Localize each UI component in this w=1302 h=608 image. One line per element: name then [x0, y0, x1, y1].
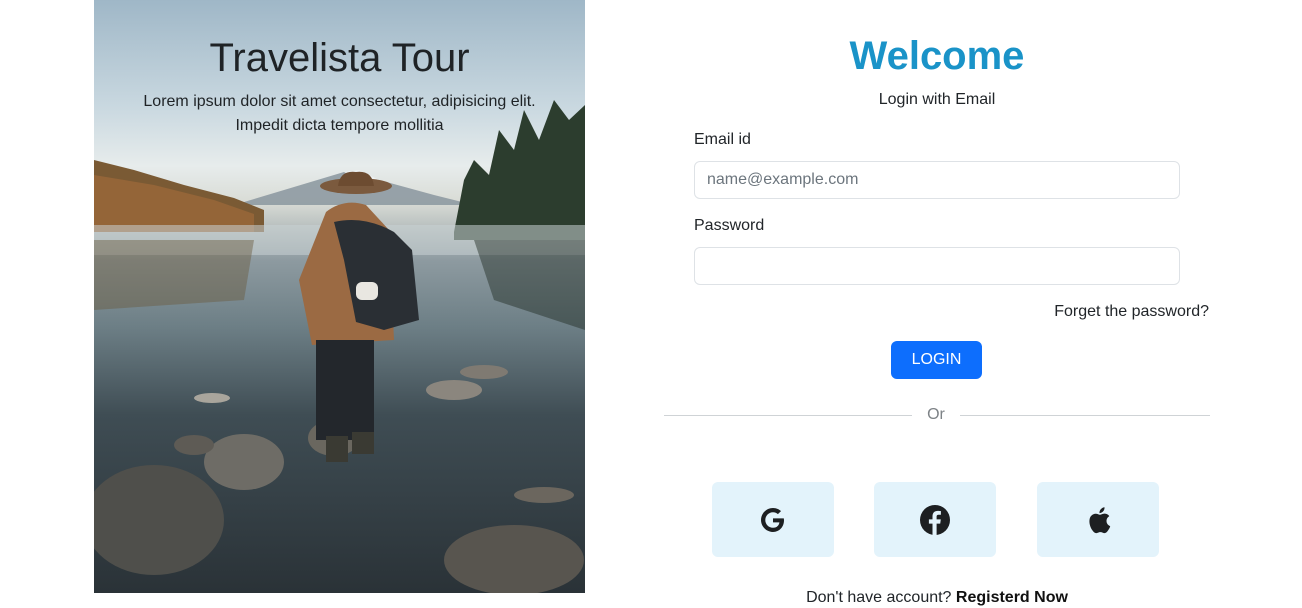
- facebook-login-button[interactable]: [874, 482, 996, 557]
- login-subtitle: Login with Email: [878, 91, 996, 108]
- welcome-title: Welcome: [849, 34, 1025, 78]
- apple-login-button[interactable]: [1037, 482, 1159, 557]
- hero-title: Travelista Tour: [209, 36, 470, 80]
- hero-subtitle: Lorem ipsum dolor sit amet consectetur, …: [143, 93, 536, 134]
- divider-or: Or: [927, 406, 945, 423]
- register-link[interactable]: Registerd Now: [956, 589, 1068, 606]
- password-label: Password: [694, 217, 765, 234]
- login-button[interactable]: LOGIN: [891, 341, 982, 379]
- hero-photo: [94, 100, 585, 593]
- password-input[interactable]: [694, 247, 1180, 285]
- google-icon: [761, 507, 784, 532]
- register-prompt: Don't have account? Registerd Now: [664, 589, 1210, 607]
- divider-line-left: [664, 415, 912, 416]
- apple-icon: [1089, 506, 1111, 533]
- divider-line-right: [960, 415, 1210, 416]
- forgot-password-link[interactable]: Forget the password?: [1054, 303, 1209, 321]
- register-prompt-text: Don't have account?: [806, 589, 952, 606]
- email-input[interactable]: [694, 161, 1180, 199]
- email-label: Email id: [694, 131, 751, 148]
- google-login-button[interactable]: [712, 482, 834, 557]
- login-page: Travelista Tour Lorem ipsum dolor sit am…: [0, 0, 1302, 608]
- facebook-icon: [920, 504, 950, 535]
- hero-panel: Travelista Tour Lorem ipsum dolor sit am…: [94, 0, 585, 593]
